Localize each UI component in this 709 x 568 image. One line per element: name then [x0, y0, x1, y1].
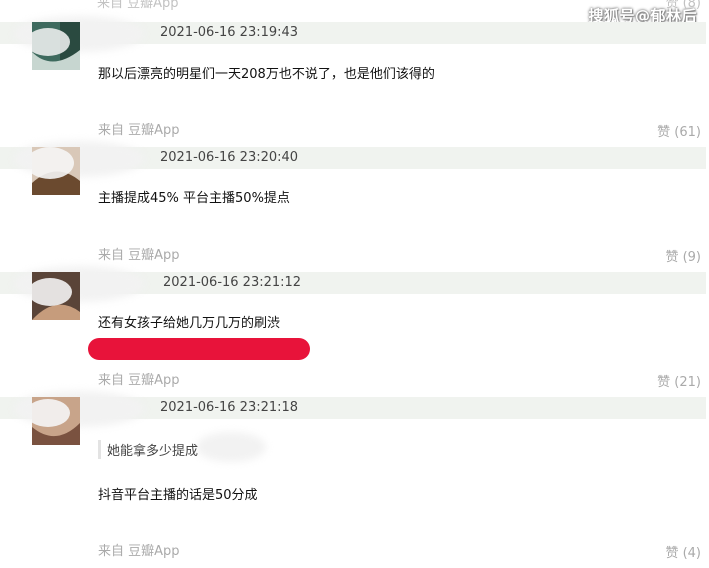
- avatar[interactable]: [32, 397, 80, 445]
- avatar[interactable]: [32, 147, 80, 195]
- comment-timestamp: 2021-06-16 23:21:18: [160, 400, 299, 415]
- comment-timestamp: 2021-06-16 23:21:12: [163, 275, 302, 290]
- comment-text: 那以后漂亮的明星们一天208万也不说了，也是他们该得的: [98, 67, 435, 82]
- quoted-reply: 她能拿多少提成: [98, 440, 198, 459]
- comment-source: 来自 豆瓣App: [98, 248, 180, 263]
- avatar[interactable]: [32, 272, 80, 320]
- comment-timestamp: 2021-06-16 23:19:43: [160, 25, 299, 40]
- previous-comment-meta: 来自 豆瓣App 赞 (8): [97, 0, 701, 11]
- quote-author-blur: [196, 432, 266, 462]
- comment-text: 还有女孩子给她几万几万的刷渋: [98, 316, 281, 331]
- avatar[interactable]: [32, 22, 80, 70]
- comment-source: 来自 豆瓣App: [98, 373, 180, 388]
- like-button[interactable]: 赞 (9): [665, 246, 701, 265]
- like-button[interactable]: 赞 (8): [665, 0, 701, 11]
- comment-source: 来自 豆瓣App: [98, 123, 180, 138]
- comment-text: 主播提成45% 平台主播50%提点: [98, 191, 290, 206]
- redaction-bar: [88, 338, 310, 360]
- like-button[interactable]: 赞 (61): [657, 121, 701, 140]
- comment-source: 来自 豆瓣App: [98, 544, 180, 559]
- comment-text: 抖音平台主播的话是50分成: [98, 488, 258, 503]
- comment-timestamp: 2021-06-16 23:20:40: [160, 150, 299, 165]
- like-button[interactable]: 赞 (21): [657, 371, 701, 390]
- like-button[interactable]: 赞 (4): [665, 542, 701, 561]
- comment-source: 来自 豆瓣App: [97, 0, 179, 11]
